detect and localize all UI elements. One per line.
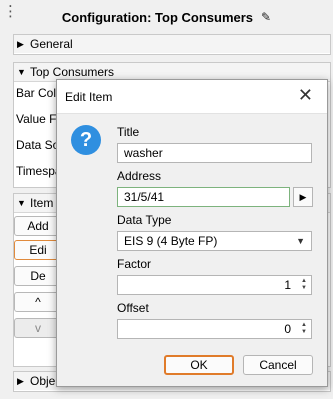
data-type-select[interactable]: EIS 9 (4 Byte FP) ▼ — [117, 231, 312, 251]
move-up-button[interactable]: ^ — [14, 292, 62, 312]
spin-up-icon[interactable]: ▲ — [301, 278, 307, 285]
section-general: ▶ General — [13, 34, 331, 55]
offset-spin-arrows[interactable]: ▲ ▼ — [299, 322, 309, 336]
spin-up-icon[interactable]: ▲ — [301, 322, 307, 329]
move-down-button[interactable]: v — [14, 318, 62, 338]
pin-icon[interactable]: ✎ — [261, 10, 271, 24]
title-input[interactable]: washer — [117, 143, 312, 163]
panel-header: Configuration: Top Consumers ✎ — [0, 0, 333, 34]
timespan-label: Timespa — [16, 164, 62, 178]
spin-down-icon[interactable]: ▼ — [301, 285, 307, 292]
ok-button[interactable]: OK — [164, 355, 234, 375]
offset-spinner[interactable]: 0 ▲ ▼ — [117, 319, 312, 339]
data-source-label: Data So — [16, 138, 60, 152]
expand-icon: ▶ — [17, 38, 24, 49]
address-label: Address — [117, 169, 162, 183]
data-type-value: EIS 9 (4 Byte FP) — [124, 234, 218, 248]
collapse-icon: ▼ — [17, 198, 26, 208]
cancel-button[interactable]: Cancel — [243, 355, 313, 375]
chevron-down-icon: ▼ — [296, 236, 305, 246]
factor-spin-arrows[interactable]: ▲ ▼ — [299, 278, 309, 292]
section-top-consumers-title: Top Consumers — [30, 65, 115, 79]
factor-value: 1 — [284, 278, 291, 292]
factor-label: Factor — [117, 257, 152, 271]
add-item-button[interactable]: Add — [14, 216, 62, 236]
section-items-title: Item — [30, 196, 54, 210]
address-input[interactable]: 31/5/41 — [117, 187, 290, 207]
dialog-title: Edit Item — [65, 90, 113, 104]
panel-title: Configuration: Top Consumers — [61, 9, 254, 25]
edit-item-button[interactable]: Edi — [14, 240, 62, 260]
offset-label: Offset — [117, 301, 149, 315]
section-general-title: General — [30, 37, 73, 51]
spin-down-icon[interactable]: ▼ — [301, 329, 307, 336]
delete-item-button[interactable]: De — [14, 266, 62, 286]
offset-value: 0 — [284, 322, 291, 336]
address-browse-button[interactable]: ▶ — [293, 187, 313, 207]
play-arrow-icon: ▶ — [299, 191, 307, 202]
edit-item-dialog: Edit Item ✕ ? Title washer Address 31/5/… — [56, 79, 328, 387]
section-general-header[interactable]: ▶ General — [14, 35, 330, 53]
title-label: Title — [117, 125, 140, 139]
data-type-label: Data Type — [117, 213, 172, 227]
question-icon: ? — [71, 125, 101, 155]
expand-icon: ▶ — [17, 375, 24, 386]
dialog-titlebar: Edit Item ✕ — [57, 80, 327, 114]
section-objects-title: Obje — [30, 374, 56, 388]
factor-spinner[interactable]: 1 ▲ ▼ — [117, 275, 312, 295]
close-icon[interactable]: ✕ — [298, 86, 313, 104]
collapse-icon: ▼ — [17, 67, 26, 77]
